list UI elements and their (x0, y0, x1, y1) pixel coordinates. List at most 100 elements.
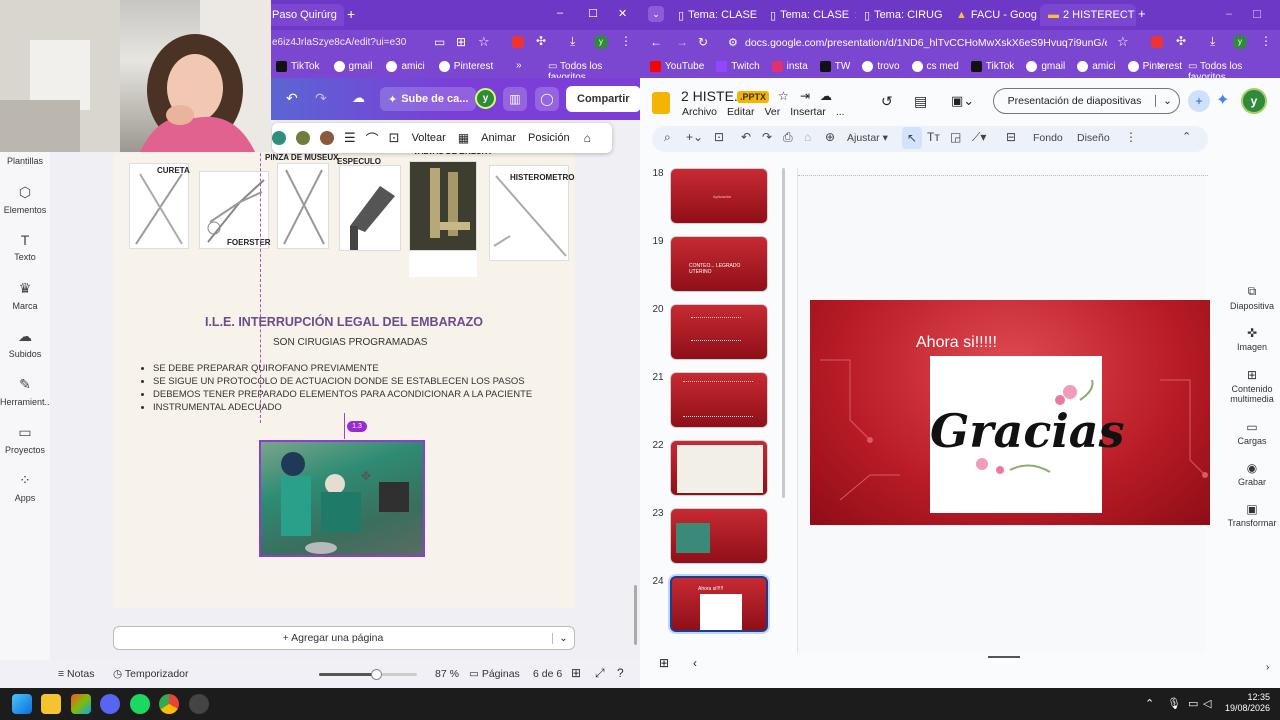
gracias-image[interactable]: Gracias (930, 356, 1125, 513)
profile-avatar[interactable]: y (1233, 35, 1247, 49)
sidebar-item-templates[interactable]: Plantillas (0, 156, 50, 166)
cloud-status-icon[interactable]: ☁ (820, 89, 832, 103)
surgery-photo[interactable]: ✥ (259, 440, 425, 557)
slide-thumbnail-20[interactable] (670, 304, 768, 360)
slide-heading[interactable]: Ahora si!!!!! (916, 334, 997, 352)
bookmark-cs-med[interactable]: cs med (911, 61, 959, 72)
sidebar-item-text[interactable]: T Texto (0, 232, 50, 262)
store-icon[interactable] (71, 694, 91, 714)
redo-icon[interactable]: ↷ (762, 130, 772, 144)
user-avatar[interactable]: y (475, 88, 496, 109)
especulo-image[interactable] (339, 165, 401, 251)
file-explorer-icon[interactable] (41, 694, 61, 714)
tray-chevron-icon[interactable]: ⌃ (1145, 697, 1154, 710)
sidebar-item-apps[interactable]: ⁘ Apps (0, 472, 50, 503)
bookmark-pinterest[interactable]: Pinterest (1127, 61, 1182, 72)
tab-facu-drive[interactable]: ▲FACU - Goog✕ (948, 4, 1040, 26)
extension-icon[interactable] (1151, 36, 1163, 48)
bookmark-youtube[interactable]: YouTube (650, 61, 704, 72)
panel-record-button[interactable]: ◉ Grabar (1224, 461, 1280, 487)
collapse-filmstrip-icon[interactable]: ‹ (693, 656, 697, 670)
puzzle-icon[interactable]: ✣ (536, 34, 546, 48)
color-swatch-2[interactable] (296, 131, 310, 145)
clock[interactable]: 12:35 19/08/2026 (1224, 692, 1270, 714)
menu-insertar[interactable]: Insertar (790, 106, 826, 118)
zoom-slider-thumb[interactable] (370, 669, 382, 680)
spotify-icon[interactable] (130, 694, 150, 714)
star-icon[interactable]: ☆ (1117, 34, 1129, 50)
obs-icon[interactable] (189, 694, 209, 714)
bookmark-amici[interactable]: amici (386, 61, 425, 72)
layout-icon[interactable]: ⊡ (714, 130, 724, 144)
animate-button[interactable]: Animar (481, 132, 516, 144)
vertical-scrollbar[interactable] (634, 585, 637, 645)
search-icon[interactable]: ⌕ (664, 130, 671, 145)
design-button[interactable]: Diseño (1077, 132, 1110, 144)
bookmark-tw[interactable]: TW (819, 61, 850, 72)
bookmark-tiktok[interactable]: TikTok (276, 61, 320, 72)
pages-button[interactable]: ▭ Páginas (469, 668, 520, 680)
close-window-button[interactable]: ✕ (618, 7, 627, 20)
star-icon[interactable]: ☆ (478, 34, 490, 50)
bookmark-gmail[interactable]: gmail (333, 61, 372, 72)
collapse-toolbar-icon[interactable]: ⌃ (1182, 130, 1191, 143)
translate-icon[interactable]: ⊞ (456, 35, 466, 49)
crop-icon[interactable]: ⊡ (389, 130, 400, 146)
analytics-icon[interactable]: ▥ (503, 87, 527, 111)
fit-dropdown[interactable]: Ajustar ▾ (847, 132, 888, 144)
comment-icon[interactable]: ◯ (535, 87, 559, 111)
more-options-icon[interactable]: ⋮ (1125, 130, 1137, 144)
color-swatch-1[interactable] (272, 131, 286, 145)
bookmarks-more-icon[interactable]: » (516, 60, 522, 71)
print-icon[interactable]: ⎙ (783, 130, 793, 145)
gemini-icon[interactable]: ✦ (1216, 90, 1229, 110)
design-page[interactable]: CURETA FOERSTER PINZA DE MUSEUX ESPECULO… (113, 123, 575, 608)
star-icon[interactable]: ☆ (778, 89, 789, 103)
panel-uploads-button[interactable]: ▭ Cargas (1224, 420, 1280, 446)
puzzle-icon[interactable]: ✣ (1176, 34, 1186, 48)
sidebar-item-tools[interactable]: ✎ Herramient... (0, 376, 52, 407)
cloud-save-icon[interactable]: ☁ (352, 90, 365, 106)
slideshow-dropdown-icon[interactable]: ⌄ (1155, 95, 1179, 107)
new-tab-button[interactable]: + (347, 6, 355, 22)
pinza-museux-image[interactable] (277, 163, 329, 249)
zoom-icon[interactable]: ⊕ (825, 130, 835, 144)
help-icon[interactable]: ? (617, 666, 624, 680)
expand-panel-icon[interactable]: › (1266, 662, 1269, 673)
document-title[interactable]: 2 HISTE... (681, 88, 746, 104)
slideshow-button[interactable]: Presentación de diapositivas (994, 95, 1155, 107)
flip-button[interactable]: Voltear (412, 132, 446, 144)
restore-button[interactable]: ☐ (1252, 8, 1262, 21)
close-tab-icon[interactable]: ✕ (343, 9, 344, 22)
windows-start-icon[interactable] (12, 694, 32, 714)
tab-paso-quirurgico[interactable]: Paso Quirúrg ✕ (264, 4, 344, 26)
sidebar-item-elements[interactable]: ⬡ Elementos (0, 184, 50, 215)
upload-button[interactable]: ✦ Sube de ca... (380, 87, 477, 111)
lines-icon[interactable]: ☰ (344, 130, 356, 146)
fullscreen-icon[interactable]: ⤢ (595, 666, 605, 681)
discord-icon[interactable] (100, 694, 120, 714)
download-icon[interactable]: ⤓ (570, 34, 575, 49)
slide-thumbnail-21[interactable] (670, 372, 768, 428)
sidebar-item-uploads[interactable]: ☁ Subidos (0, 328, 50, 359)
sidebar-item-projects[interactable]: ▭ Proyectos (0, 424, 50, 455)
share-person-icon[interactable]: + (1188, 90, 1210, 112)
comments-icon[interactable]: ▤ (914, 93, 927, 110)
slide-thumbnail-23[interactable] (670, 508, 768, 564)
current-slide[interactable]: Ahora si!!!!! Gracias (810, 300, 1210, 525)
paint-format-icon[interactable]: ⌂ (804, 130, 811, 144)
menu-dots-icon[interactable]: ⋮ (620, 34, 632, 48)
address-field[interactable]: e6iz4JrlaSzye8cA/edit?ui=e30 (272, 37, 406, 48)
menu-more[interactable]: ... (836, 106, 845, 118)
curve-icon[interactable]: ⌒ (366, 129, 379, 148)
add-page-button[interactable]: + Agregar una página (114, 632, 552, 644)
image-insert-icon[interactable]: ◲ (950, 130, 961, 144)
valvas-bresky-image[interactable] (409, 161, 477, 251)
reload-icon[interactable]: ↻ (698, 35, 708, 49)
back-icon[interactable]: ← (650, 35, 662, 49)
bookmark-tiktok[interactable]: TikTok (970, 61, 1014, 72)
panel-media-button[interactable]: ⊞ Contenido multimedia (1224, 368, 1280, 404)
profile-avatar[interactable]: y (594, 35, 608, 49)
grid-view-icon[interactable]: ⊞ (659, 656, 669, 670)
menu-editar[interactable]: Editar (727, 106, 754, 118)
